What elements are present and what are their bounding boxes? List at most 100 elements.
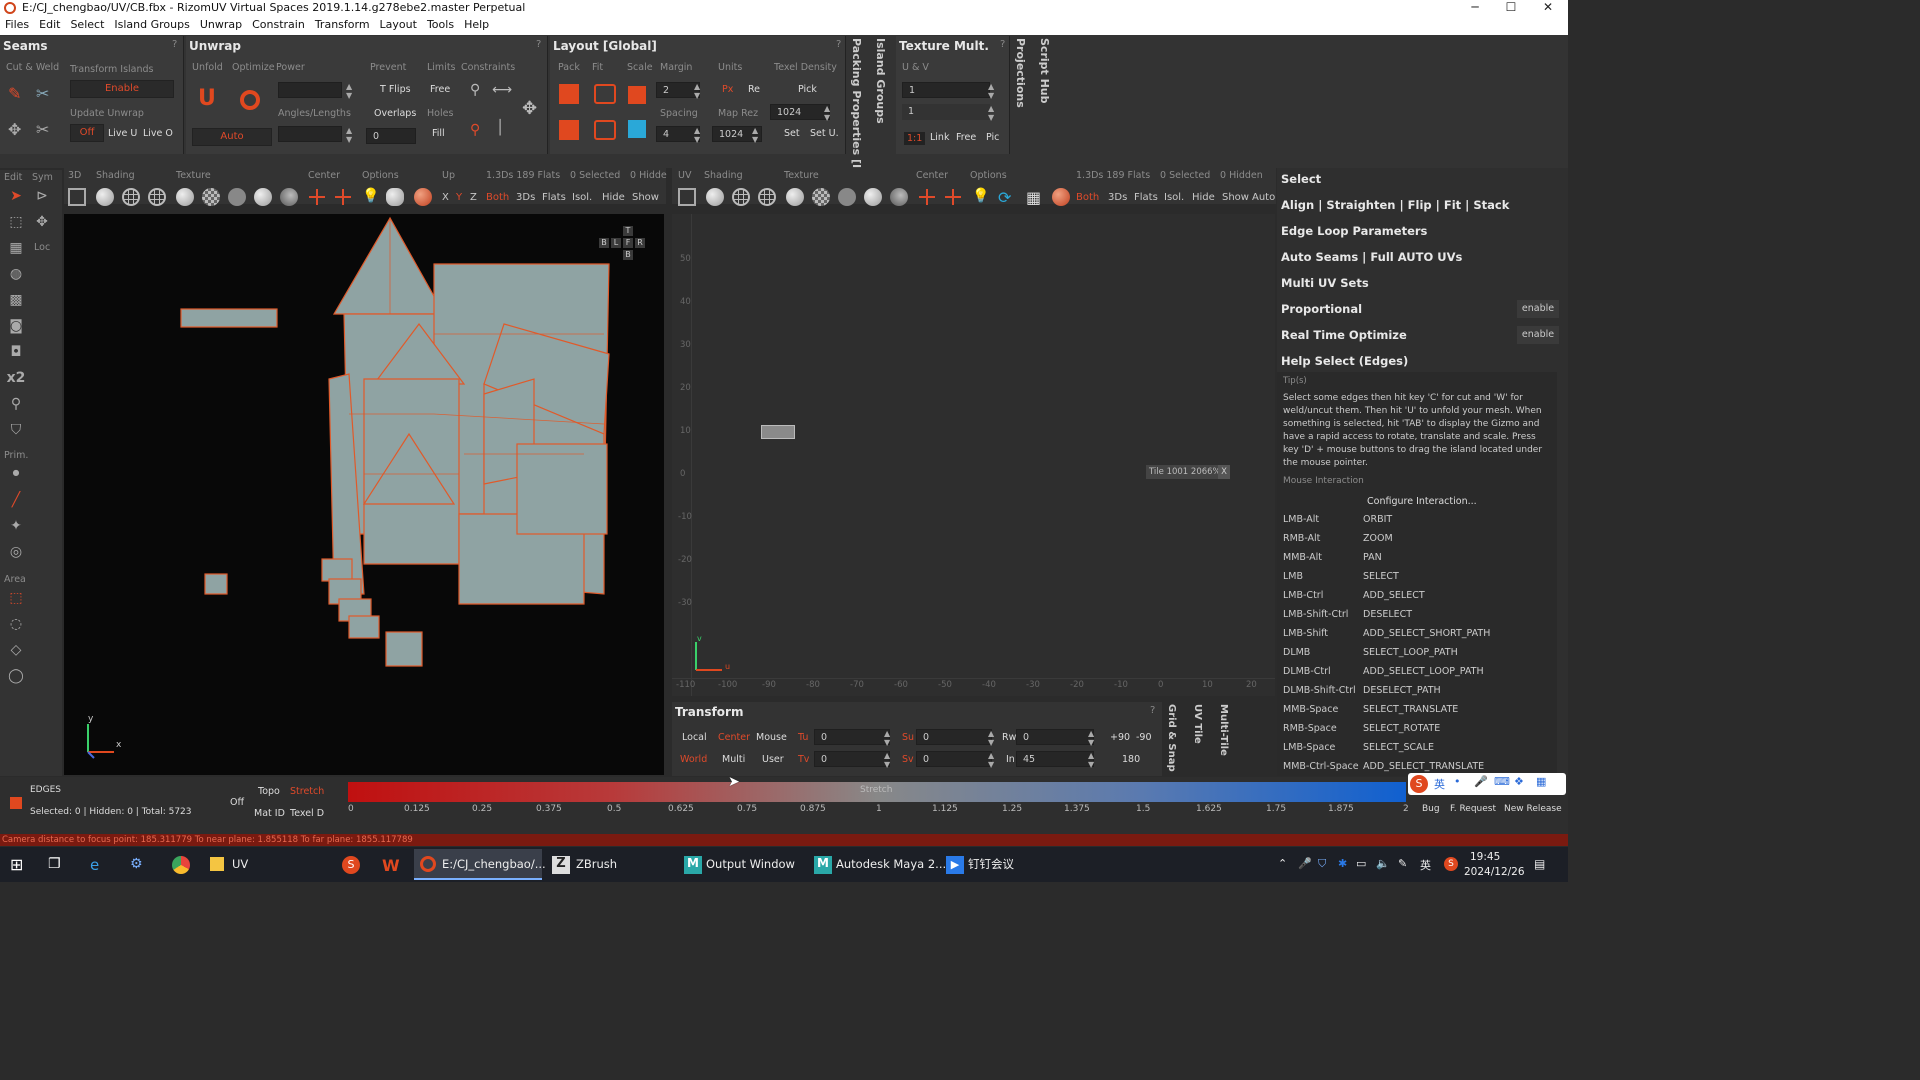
center-icon[interactable] [308,188,326,206]
menu-tools[interactable]: Tools [422,16,459,31]
overlaps-toggle[interactable]: Overlaps [374,108,416,119]
free-toggle[interactable]: Free [430,84,450,95]
grid-snap-tab[interactable]: Grid & Snap [1166,704,1177,772]
update-off-button[interactable]: Off [70,124,104,142]
grid-icon[interactable]: ▦ [1026,188,1041,207]
weld-edges-icon[interactable]: ✂ [36,84,58,104]
angles-field[interactable] [278,126,342,142]
task-view-icon[interactable]: ❐ [48,856,66,874]
dot-icon[interactable]: ● [6,468,26,488]
section-help-select[interactable]: Help Select (Edges) [1281,354,1408,368]
section-proportional[interactable]: Proportional [1281,302,1362,316]
set-button[interactable]: Set [784,128,800,139]
isol-button[interactable]: Isol. [572,192,592,203]
polygon-icon[interactable]: ▦ [6,240,26,260]
scale-icon[interactable] [628,86,646,104]
texel-d-toggle[interactable]: Texel D [290,808,324,819]
help-icon[interactable]: ? [172,39,182,51]
ime-tools-icon[interactable]: • [1454,775,1461,788]
off-toggle[interactable]: Off [230,797,244,808]
viewcube-right[interactable]: R [635,238,645,248]
checker-icon[interactable] [202,188,220,206]
wire-shaded-icon[interactable] [148,188,166,206]
app-icon[interactable]: ⚙ [130,856,148,874]
notification-icon[interactable]: ▤ [1534,857,1545,871]
spinner-icon[interactable]: ▲ ▼ [988,82,994,100]
section-auto-seams[interactable]: Auto Seams | Full AUTO UVs [1281,250,1462,264]
tray-volume-icon[interactable]: 🔈 [1376,857,1390,870]
wps-icon[interactable]: W [382,856,400,875]
3ds-toggle[interactable]: 3Ds [1108,192,1127,203]
shadow-sphere-icon[interactable] [280,188,298,206]
section-multi-uv-sets[interactable]: Multi UV Sets [1281,276,1369,290]
menu-layout[interactable]: Layout [375,16,422,31]
unpin-icon[interactable]: ⚲ [470,122,480,138]
axis-y-toggle[interactable]: Y [456,192,462,203]
sogou-app-icon[interactable]: S [342,856,360,874]
taskbar-maya[interactable]: Autodesk Maya 2... [836,849,946,880]
texture-sphere-icon[interactable] [176,188,194,206]
fit-group-icon[interactable] [594,120,616,140]
spinner-icon[interactable]: ▲ ▼ [346,82,352,100]
menu-select[interactable]: Select [65,16,109,31]
vertical-constraint-icon[interactable]: │ [496,120,504,136]
zbrush-icon[interactable]: Z [552,856,570,874]
fill-toggle[interactable]: Fill [432,128,445,139]
shaded-sphere-icon[interactable] [706,188,724,206]
user-toggle[interactable]: User [762,754,784,765]
shadow-sphere-icon[interactable] [890,188,908,206]
dingtalk-meeting-icon[interactable]: ▶ [946,856,964,874]
sv-field[interactable]: 0 [916,751,992,767]
maya-output-icon[interactable]: M [684,856,702,874]
world-toggle[interactable]: World [680,754,707,765]
rotate-minus-90-button[interactable]: -90 [1136,732,1152,743]
pack-icon[interactable] [559,84,579,104]
menu-transform[interactable]: Transform [310,16,375,31]
lightbulb-icon[interactable]: 💡 [362,188,379,204]
rotate-plus-90-button[interactable]: +90 [1110,732,1130,743]
lasso-icon[interactable]: ◌ [6,616,26,636]
skin-icon[interactable]: ❖ [1514,775,1524,788]
frame-icon[interactable] [678,188,696,206]
menu-island-groups[interactable]: Island Groups [109,16,194,31]
set-u-button[interactable]: Set U. [810,128,839,139]
scale-group-icon[interactable] [628,120,646,138]
hide-button[interactable]: Hide [602,192,625,203]
light-sphere-icon[interactable] [254,188,272,206]
fit-icon[interactable] [594,84,616,104]
v-mult-field[interactable]: 1 [902,104,990,120]
section-align[interactable]: Align | Straighten | Flip | Fit | Stack [1281,198,1509,212]
menu-unwrap[interactable]: Unwrap [195,16,247,31]
help-icon[interactable]: ? [1150,705,1160,717]
viewcube-back[interactable]: B [599,238,609,248]
microphone-icon[interactable]: 🎤 [1474,775,1488,788]
auto-button[interactable]: Auto [192,128,272,146]
edge-select-icon[interactable]: ╱ [6,492,26,512]
viewport-3d[interactable]: T B L F R B y x [64,214,664,775]
spinner-icon[interactable]: ▲ ▼ [1088,729,1094,747]
circle-select-icon[interactable]: ◯ [6,668,26,688]
wireframe-icon[interactable] [122,188,140,206]
uv-tile-tab[interactable]: UV Tile [1192,704,1203,744]
spinner-icon[interactable]: ▲ ▼ [824,104,830,122]
in-field[interactable]: 45 [1016,751,1094,767]
wire-shaded-icon[interactable] [758,188,776,206]
tray-sogou-icon[interactable]: S [1444,857,1458,871]
px-toggle[interactable]: Px [722,84,733,95]
center-selection-icon[interactable] [334,188,352,206]
shaded-sphere-icon[interactable] [96,188,114,206]
rotate-180-button[interactable]: 180 [1122,754,1140,765]
stretch-toggle[interactable]: Stretch [290,786,324,797]
chrome-icon[interactable] [172,856,190,874]
orange-sphere-icon[interactable] [1052,188,1070,206]
move-icon[interactable]: ✥ [32,214,52,234]
grey-sphere-icon[interactable] [228,188,246,206]
center-icon[interactable] [918,188,936,206]
rect-select-icon[interactable]: ⬚ [6,590,26,610]
lasso-poly-icon[interactable]: ◇ [6,642,26,662]
ime-mode[interactable]: 英 [1434,776,1445,792]
auto-button[interactable]: Auto [1252,192,1275,203]
feature-request-button[interactable]: F. Request [1450,804,1496,814]
center-toggle[interactable]: Center [718,732,750,743]
island-icon[interactable]: ◍ [6,266,26,286]
